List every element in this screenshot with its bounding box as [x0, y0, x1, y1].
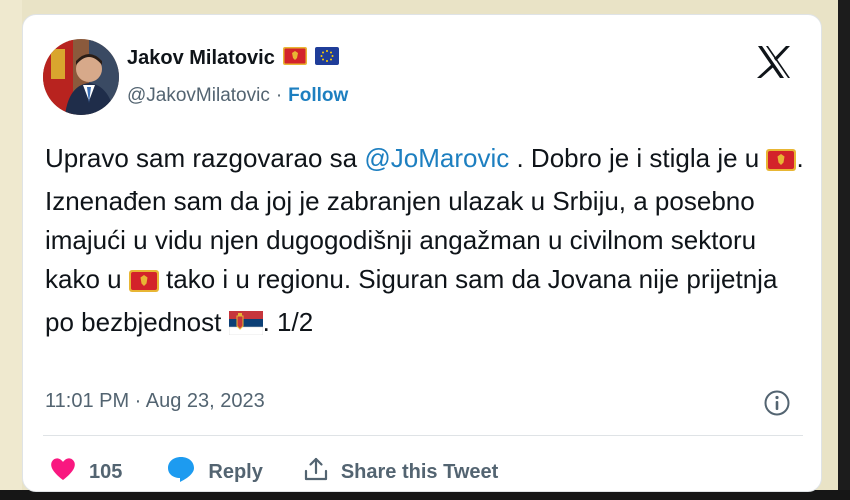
- like-button[interactable]: 105: [49, 456, 122, 488]
- tweet-text-part1: Upravo sam razgovarao sa: [45, 143, 365, 173]
- author-handle-row: @JakovMilatovic · Follow: [127, 85, 348, 107]
- share-label: Share this Tweet: [340, 460, 499, 483]
- reply-label: Reply: [208, 460, 263, 483]
- info-icon[interactable]: [763, 389, 791, 417]
- tweet-text-part5: . 1/2: [262, 307, 314, 337]
- montenegro-flag-icon: [766, 143, 797, 182]
- heart-icon: [49, 456, 77, 488]
- handle-separator: ·: [275, 85, 283, 106]
- left-margin: [0, 0, 22, 500]
- right-edge-border: [838, 0, 850, 500]
- share-button[interactable]: Share this Tweet: [303, 456, 498, 488]
- tweet-card: Jakov Milatovic @JakovMilatovic · Follow…: [22, 14, 822, 492]
- x-logo-icon[interactable]: [755, 43, 793, 81]
- author-handle[interactable]: @JakovMilatovic: [127, 85, 270, 107]
- like-count: 105: [89, 460, 123, 483]
- tweet-timestamp[interactable]: 11:01 PM · Aug 23, 2023: [45, 390, 265, 413]
- mention-link[interactable]: @JoMarovic: [364, 143, 509, 173]
- avatar[interactable]: [43, 39, 119, 115]
- serbia-flag-icon: [228, 307, 263, 346]
- montenegro-flag-icon: [128, 264, 159, 303]
- tweet-text: Upravo sam razgovarao sa @JoMarovic . Do…: [45, 139, 805, 346]
- tweet-text-part2: . Dobro je i stigla je u: [509, 143, 767, 173]
- reply-button[interactable]: Reply: [166, 455, 263, 489]
- tweet-actions: 105 Reply Share this Tweet: [45, 455, 498, 489]
- author-name[interactable]: Jakov Milatovic: [127, 47, 275, 70]
- eu-flag-icon: [314, 47, 339, 70]
- reply-bubble-icon: [166, 455, 196, 489]
- share-icon: [303, 456, 329, 488]
- montenegro-flag-icon: [282, 47, 307, 70]
- divider: [43, 435, 803, 436]
- follow-button[interactable]: Follow: [288, 85, 348, 107]
- author-name-row: Jakov Milatovic: [127, 47, 339, 70]
